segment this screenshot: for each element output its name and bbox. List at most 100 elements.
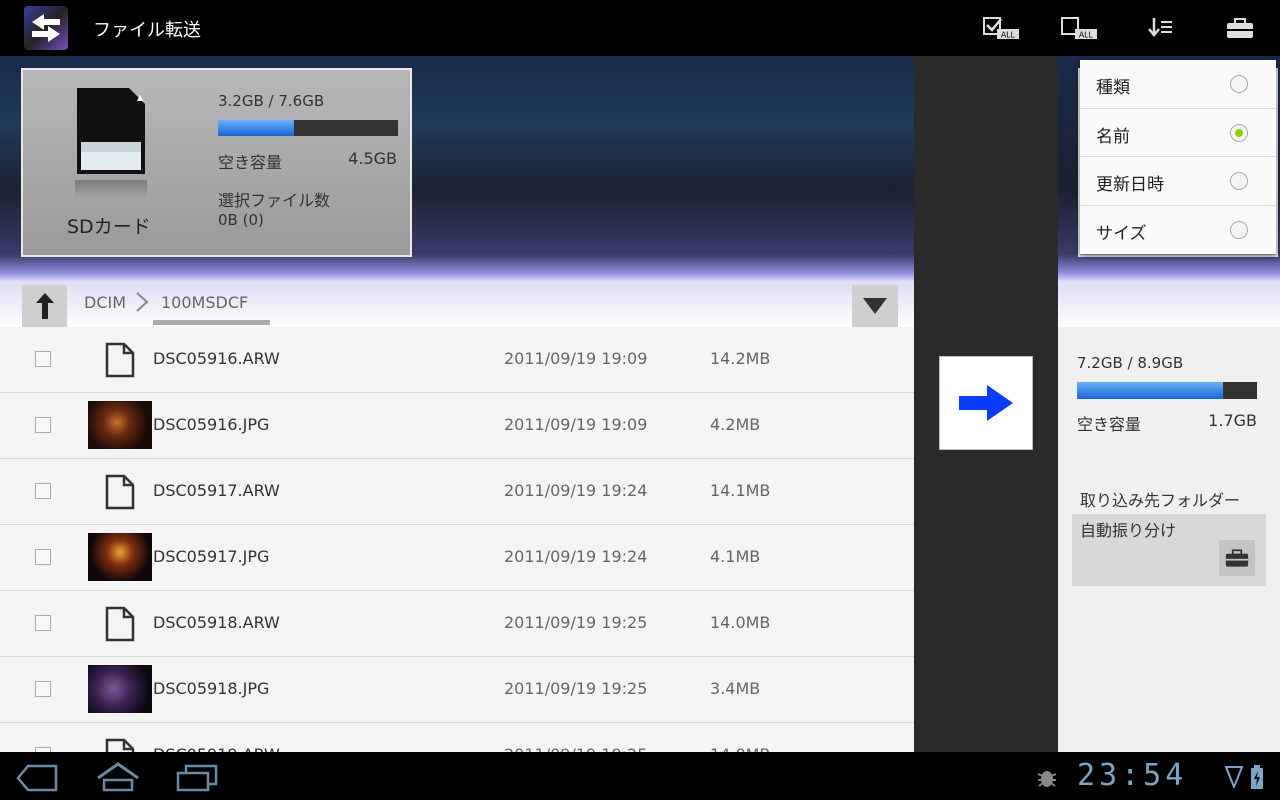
file-checkbox[interactable] bbox=[35, 417, 51, 433]
source-capacity-fill bbox=[218, 120, 294, 136]
system-bar: 23:54 bbox=[0, 752, 1280, 800]
file-row[interactable]: DSC05916.ARW 2011/09/19 19:09 14.2MB bbox=[0, 327, 914, 393]
home-icon[interactable] bbox=[96, 762, 140, 792]
source-free-label: 空き容量 bbox=[218, 153, 283, 172]
photo-thumbnail bbox=[88, 401, 152, 449]
file-icon bbox=[105, 606, 135, 642]
svg-text:ALL: ALL bbox=[1001, 31, 1016, 40]
settings-toolbox-button[interactable] bbox=[1220, 12, 1260, 44]
debug-bug-icon bbox=[1037, 771, 1057, 787]
file-name: DSC05917.JPG bbox=[153, 547, 270, 566]
sort-option-radio[interactable] bbox=[1230, 123, 1248, 142]
toolbox-icon bbox=[1225, 549, 1249, 567]
deselect-all-button[interactable]: ALL bbox=[1060, 12, 1100, 44]
svg-text:▲: ▲ bbox=[137, 93, 144, 102]
file-row[interactable]: DSC05917.ARW 2011/09/19 19:24 14.1MB bbox=[0, 459, 914, 525]
file-date: 2011/09/19 19:25 bbox=[504, 613, 648, 632]
file-date: 2011/09/19 19:09 bbox=[504, 349, 648, 368]
destination-free-value: 1.7GB bbox=[1208, 411, 1257, 430]
sort-button[interactable] bbox=[1140, 12, 1180, 44]
file-row[interactable]: DSC05918.ARW 2011/09/19 19:25 14.0MB bbox=[0, 591, 914, 657]
file-name: DSC05919.ARW bbox=[153, 745, 280, 752]
file-row[interactable]: DSC05917.JPG 2011/09/19 19:24 4.1MB bbox=[0, 525, 914, 591]
breadcrumb-current-folder[interactable]: 100MSDCF bbox=[161, 293, 248, 312]
chevron-right-icon bbox=[136, 292, 149, 312]
file-checkbox[interactable] bbox=[35, 615, 51, 631]
transfer-column bbox=[914, 56, 1058, 752]
sort-option-label: 種類 bbox=[1096, 78, 1130, 98]
import-folder-setting[interactable]: 自動振り分け bbox=[1072, 514, 1266, 586]
source-storage-name: SDカード bbox=[67, 216, 151, 238]
sort-option[interactable]: 更新日時 bbox=[1080, 157, 1276, 206]
signal-icon bbox=[1225, 766, 1243, 788]
sort-option-radio[interactable] bbox=[1230, 172, 1248, 190]
import-folder-settings-button[interactable] bbox=[1219, 540, 1255, 576]
app-title: ファイル転送 bbox=[93, 20, 201, 41]
back-icon[interactable] bbox=[16, 764, 58, 792]
sort-option[interactable]: サイズ bbox=[1080, 206, 1276, 255]
file-date: 2011/09/19 19:09 bbox=[504, 415, 648, 434]
photo-thumbnail bbox=[88, 665, 152, 713]
file-icon bbox=[105, 474, 135, 510]
toolbox-icon bbox=[1227, 18, 1253, 38]
sort-option-label: 更新日時 bbox=[1096, 175, 1164, 195]
destination-capacity-text: 7.2GB / 8.9GB bbox=[1077, 354, 1184, 372]
selected-files-value: 0B (0) bbox=[218, 211, 264, 229]
sort-option-radio[interactable] bbox=[1230, 75, 1248, 93]
sort-option-radio[interactable] bbox=[1230, 220, 1248, 239]
recent-apps-icon[interactable] bbox=[176, 764, 218, 792]
battery-charging-icon bbox=[1251, 765, 1263, 789]
import-folder-value: 自動振り分け bbox=[1080, 521, 1177, 540]
transfer-button[interactable] bbox=[939, 356, 1033, 450]
up-arrow-icon bbox=[35, 293, 54, 319]
source-free-value: 4.5GB bbox=[348, 149, 397, 168]
file-size: 14.0MB bbox=[710, 745, 770, 752]
file-icon bbox=[105, 342, 135, 378]
file-checkbox[interactable] bbox=[35, 549, 51, 565]
destination-capacity-fill bbox=[1077, 382, 1223, 399]
source-storage-card[interactable]: ▲ SDカード 3.2GB / 7.6GB 空き容量 4.5GB 選択ファイル数… bbox=[21, 68, 412, 257]
sort-option[interactable]: 名前 bbox=[1080, 109, 1276, 157]
breadcrumb-underline bbox=[153, 320, 270, 325]
status-clock: 23:54 bbox=[1077, 758, 1188, 793]
destination-path-bar bbox=[1058, 281, 1280, 327]
arrow-right-icon bbox=[959, 385, 1013, 421]
sort-option-label: 名前 bbox=[1096, 126, 1130, 147]
breadcrumb-dcim[interactable]: DCIM bbox=[84, 293, 126, 312]
svg-text:ALL: ALL bbox=[1079, 31, 1094, 40]
sort-menu: 種類 名前 更新日時 サイズ bbox=[1080, 60, 1276, 254]
triangle-down-icon bbox=[863, 298, 887, 314]
parent-folder-button[interactable] bbox=[22, 285, 67, 327]
sort-option[interactable]: 種類 bbox=[1080, 60, 1276, 109]
file-size: 3.4MB bbox=[710, 679, 761, 698]
file-icon bbox=[105, 738, 135, 752]
sort-icon bbox=[1148, 18, 1172, 37]
file-checkbox[interactable] bbox=[35, 351, 51, 367]
file-date: 2011/09/19 19:24 bbox=[504, 481, 648, 500]
selected-files-label: 選択ファイル数 bbox=[218, 191, 331, 210]
file-checkbox[interactable] bbox=[35, 483, 51, 499]
file-checkbox[interactable] bbox=[35, 681, 51, 697]
path-bar: DCIM 100MSDCF bbox=[0, 281, 914, 327]
file-transfer-app-icon[interactable] bbox=[24, 6, 68, 50]
file-size: 14.2MB bbox=[710, 349, 771, 368]
file-row[interactable]: DSC05916.JPG 2011/09/19 19:09 4.2MB bbox=[0, 393, 914, 459]
photo-thumbnail bbox=[88, 533, 152, 581]
source-panel: ▲ SDカード 3.2GB / 7.6GB 空き容量 4.5GB 選択ファイル数… bbox=[0, 56, 914, 752]
file-date: 2011/09/19 19:25 bbox=[504, 745, 647, 752]
file-row[interactable]: DSC05919.ARW 2011/09/19 19:25 14.0MB bbox=[0, 723, 914, 752]
select-all-button[interactable]: ALL bbox=[982, 12, 1022, 44]
source-capacity-bar bbox=[218, 120, 398, 136]
destination-free-label: 空き容量 bbox=[1077, 415, 1142, 434]
source-capacity-text: 3.2GB / 7.6GB bbox=[218, 92, 325, 110]
file-row[interactable]: DSC05918.JPG 2011/09/19 19:25 3.4MB bbox=[0, 657, 914, 723]
file-date: 2011/09/19 19:24 bbox=[504, 547, 648, 566]
file-size: 14.1MB bbox=[710, 481, 771, 500]
select-all-icon: ALL bbox=[983, 17, 1019, 40]
sd-card-icon: ▲ bbox=[77, 88, 145, 174]
file-size: 4.2MB bbox=[710, 415, 761, 434]
folder-dropdown-button[interactable] bbox=[852, 285, 898, 327]
file-date: 2011/09/19 19:25 bbox=[504, 679, 648, 698]
import-folder-label: 取り込み先フォルダー bbox=[1080, 491, 1241, 510]
file-name: DSC05918.JPG bbox=[153, 679, 270, 698]
